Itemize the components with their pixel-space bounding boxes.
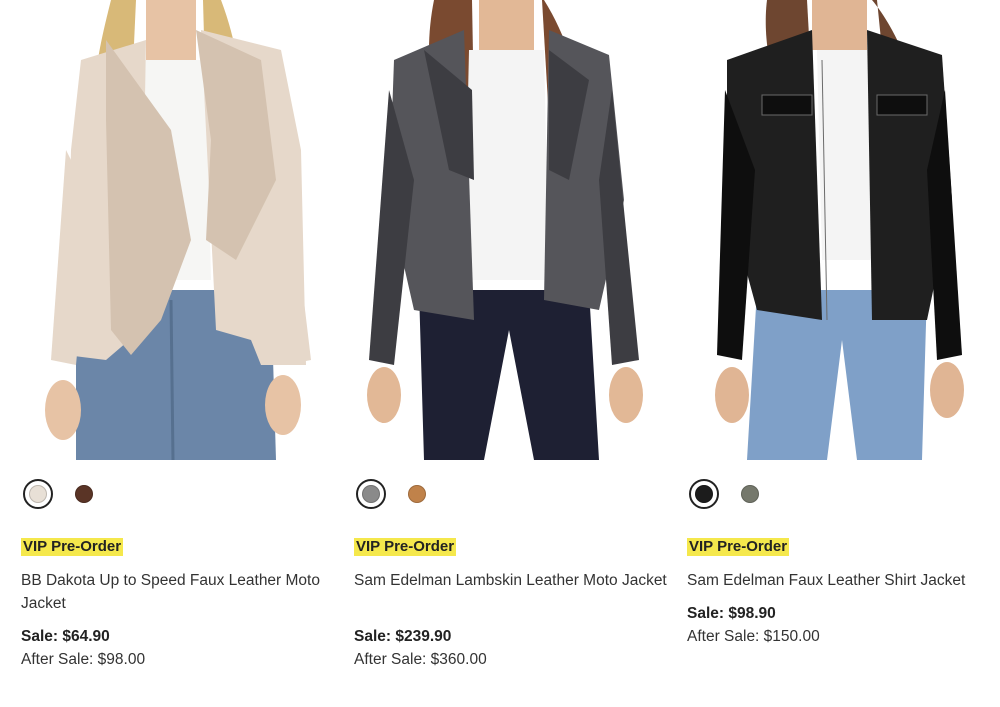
- color-swatch-selected[interactable]: [689, 479, 719, 509]
- swatch-fill: [741, 485, 759, 503]
- product-image[interactable]: [687, 0, 987, 460]
- product-name-link[interactable]: Sam Edelman Faux Leather Shirt Jacket: [687, 569, 1000, 592]
- after-sale-price: After Sale: $150.00: [687, 628, 820, 645]
- color-swatch[interactable]: [735, 479, 765, 509]
- swatch-fill: [75, 485, 93, 503]
- sale-price: Sale: $98.90: [687, 605, 776, 622]
- swatch-fill: [362, 485, 380, 503]
- product-image[interactable]: [354, 0, 654, 460]
- model-photo-illustration: [45, 0, 311, 460]
- product-card[interactable]: VIP Pre-Order Sam Edelman Faux Leather S…: [687, 0, 1000, 707]
- price-block: Sale: $239.90 After Sale: $360.00: [354, 625, 674, 671]
- swatch-fill: [29, 485, 47, 503]
- sale-price: Sale: $64.90: [21, 628, 110, 645]
- swatch-fill: [695, 485, 713, 503]
- product-card[interactable]: VIP Pre-Order Sam Edelman Lambskin Leath…: [354, 0, 679, 707]
- sale-price: Sale: $239.90: [354, 628, 452, 645]
- color-swatch-selected[interactable]: [356, 479, 386, 509]
- color-swatch[interactable]: [69, 479, 99, 509]
- model-photo-illustration: [715, 0, 964, 460]
- product-name-link[interactable]: Sam Edelman Lambskin Leather Moto Jacket: [354, 569, 674, 592]
- vip-preorder-badge: VIP Pre-Order: [687, 538, 790, 556]
- color-swatch[interactable]: [402, 479, 432, 509]
- price-block: Sale: $98.90 After Sale: $150.00: [687, 602, 1000, 648]
- vip-preorder-badge: VIP Pre-Order: [354, 538, 457, 556]
- model-photo-illustration: [367, 0, 643, 460]
- vip-preorder-badge: VIP Pre-Order: [21, 538, 124, 556]
- color-swatch-selected[interactable]: [23, 479, 53, 509]
- product-image[interactable]: [21, 0, 321, 460]
- price-block: Sale: $64.90 After Sale: $98.00: [21, 625, 341, 671]
- product-name-link[interactable]: BB Dakota Up to Speed Faux Leather Moto …: [21, 569, 341, 615]
- after-sale-price: After Sale: $360.00: [354, 651, 487, 668]
- after-sale-price: After Sale: $98.00: [21, 651, 146, 668]
- swatch-fill: [408, 485, 426, 503]
- product-card[interactable]: VIP Pre-Order BB Dakota Up to Speed Faux…: [21, 0, 346, 707]
